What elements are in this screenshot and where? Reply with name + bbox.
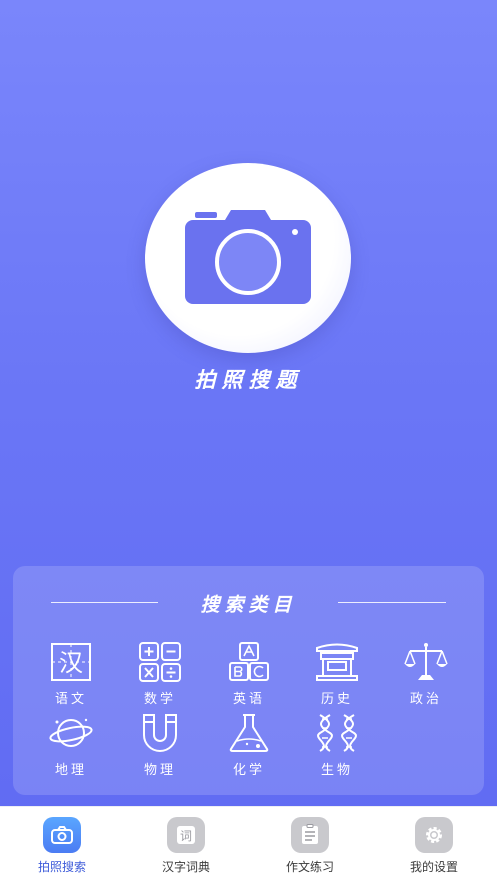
ancient-building-icon	[316, 643, 358, 681]
tab-icon-bg	[415, 817, 453, 853]
subject-english[interactable]: 英语	[209, 642, 289, 707]
photo-search-button[interactable]	[145, 163, 351, 353]
tab-icon-bg	[43, 817, 81, 853]
subject-label: 语文	[54, 692, 87, 707]
gear-icon	[426, 827, 442, 843]
subject-biology[interactable]: 生物	[297, 713, 377, 778]
camera-icon	[185, 210, 311, 304]
subject-label: 生物	[320, 763, 353, 778]
tab-label: 我的设置	[409, 860, 458, 874]
planet-icon	[49, 718, 93, 747]
balance-scale-icon	[404, 643, 448, 680]
subject-politics[interactable]: 政治	[386, 642, 466, 707]
category-card: 搜索类目 汉 语文 数学 英语 历史 政治 地理 物理 化学 生物	[13, 566, 484, 795]
camera-icon	[51, 826, 73, 844]
subject-physics[interactable]: 物理	[120, 713, 200, 778]
subject-chemistry[interactable]: 化学	[209, 713, 289, 778]
svg-text:汉: 汉	[59, 649, 83, 677]
tab-photo-search[interactable]: 拍照搜索	[12, 817, 112, 875]
svg-text:词: 词	[180, 829, 192, 843]
tab-label: 作文练习	[285, 860, 334, 874]
chinese-character-icon: 汉	[51, 643, 91, 681]
dna-icon	[317, 714, 357, 752]
document-icon	[302, 824, 318, 844]
tab-settings[interactable]: 我的设置	[384, 817, 484, 875]
tab-label: 拍照搜索	[37, 860, 86, 874]
subject-label: 历史	[320, 692, 353, 707]
flask-icon	[229, 714, 269, 752]
tab-label: 汉字词典	[161, 860, 210, 874]
subject-chinese[interactable]: 汉 语文	[31, 642, 111, 707]
card-title: 搜索类目	[200, 594, 297, 616]
dictionary-icon: 词	[177, 826, 195, 844]
letter-blocks-icon	[229, 642, 269, 681]
magnet-icon	[143, 714, 177, 752]
hero-section: 拍照搜题	[0, 0, 497, 560]
subject-label: 英语	[232, 692, 265, 707]
subject-history[interactable]: 历史	[297, 642, 377, 707]
bottom-tabbar: 拍照搜索 词 汉字词典 作文练习 我的设置	[0, 806, 497, 883]
hero-title: 拍照搜题	[194, 368, 303, 392]
subject-label: 数学	[143, 692, 176, 707]
card-header: 搜索类目	[13, 588, 484, 618]
subject-label: 地理	[54, 763, 87, 778]
tab-icon-bg: 词	[167, 817, 205, 853]
subject-label: 化学	[232, 763, 265, 778]
divider-right	[338, 602, 446, 603]
subject-geography[interactable]: 地理	[31, 713, 111, 778]
math-operators-icon	[139, 642, 181, 682]
subject-label: 物理	[143, 763, 176, 778]
subject-label: 政治	[409, 692, 442, 707]
tab-composition[interactable]: 作文练习	[260, 817, 360, 875]
tab-icon-bg	[291, 817, 329, 853]
subject-math[interactable]: 数学	[120, 642, 200, 707]
tab-dictionary[interactable]: 词 汉字词典	[136, 817, 236, 875]
